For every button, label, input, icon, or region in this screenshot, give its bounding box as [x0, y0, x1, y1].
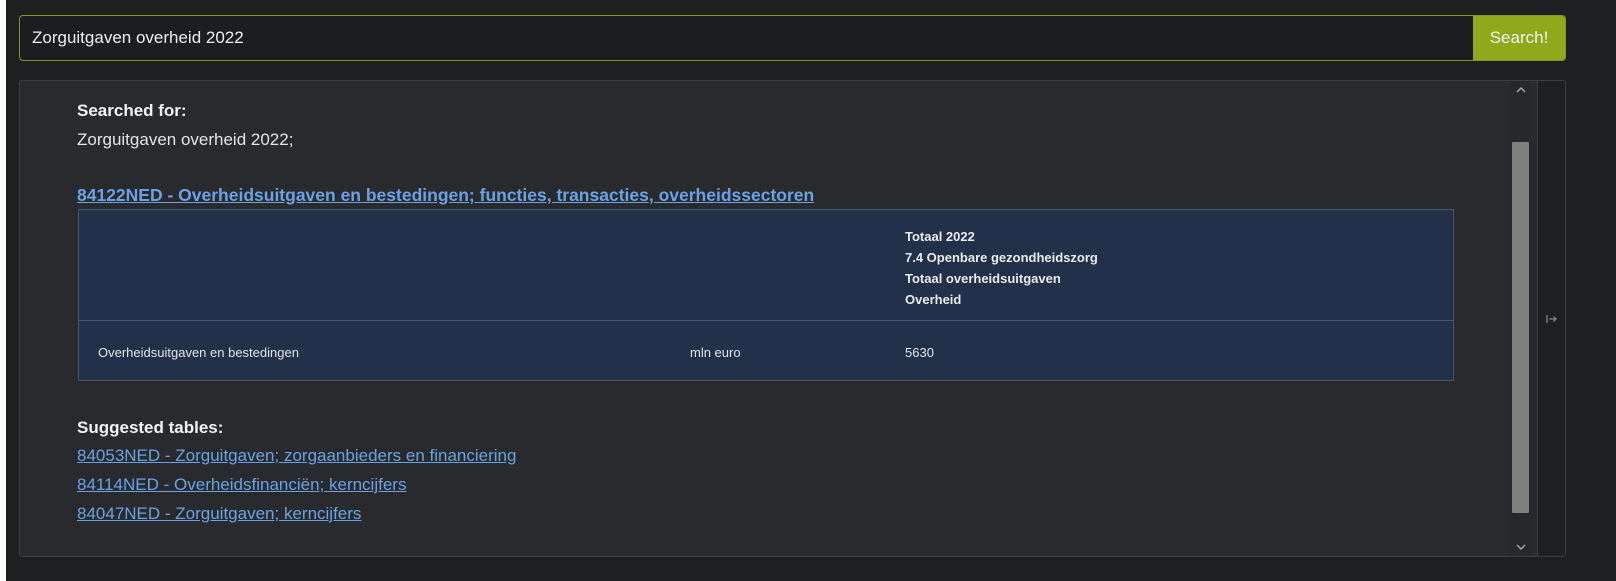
suggested-table-link[interactable]: 84114NED - Overheidsfinanciën; kerncijfe… [77, 475, 406, 495]
header-line-period: Totaal 2022 [905, 229, 975, 244]
result-table: Totaal 2022 7.4 Openbare gezondheidszorg… [78, 209, 1454, 381]
results-panel: Searched for: Zorguitgaven overheid 2022… [19, 80, 1566, 557]
search-bar: Search! [19, 15, 1566, 61]
chevron-up-icon[interactable] [1510, 81, 1531, 99]
header-line-sector: Overheid [905, 292, 962, 307]
app-window: Search! Searched for: Zorguitgaven overh… [0, 0, 1616, 581]
suggested-table-link[interactable]: 84053NED - Zorguitgaven; zorgaanbieders … [77, 446, 516, 466]
side-panel-toggle[interactable] [1537, 81, 1565, 556]
table-header-cell: Totaal 2022 7.4 Openbare gezondheidszorg… [905, 226, 1098, 310]
row-label-cell: Overheidsuitgaven en bestedingen [98, 345, 299, 360]
header-line-transaction: Totaal overheidsuitgaven [905, 271, 1061, 286]
chevron-down-icon[interactable] [1510, 538, 1531, 556]
table-header: Totaal 2022 7.4 Openbare gezondheidszorg… [79, 210, 1453, 321]
search-input[interactable] [20, 16, 1473, 60]
suggested-table-link[interactable]: 84047NED - Zorguitgaven; kerncijfers [77, 504, 361, 524]
row-unit-cell: mln euro [690, 345, 741, 360]
row-value-cell: 5630 [905, 345, 934, 360]
arrow-right-to-bar-icon[interactable] [1545, 312, 1559, 326]
search-button[interactable]: Search! [1473, 16, 1565, 60]
results-content: Searched for: Zorguitgaven overheid 2022… [20, 81, 1518, 556]
main-table-link[interactable]: 84122NED - Overheidsuitgaven en bestedin… [77, 185, 814, 206]
suggested-tables-label: Suggested tables: [77, 418, 224, 437]
searched-for-query: Zorguitgaven overheid 2022; [77, 130, 294, 149]
scrollbar-thumb[interactable] [1512, 142, 1529, 513]
header-line-function: 7.4 Openbare gezondheidszorg [905, 250, 1098, 265]
vertical-scrollbar[interactable] [1510, 81, 1531, 556]
searched-for-label: Searched for: [77, 101, 187, 120]
